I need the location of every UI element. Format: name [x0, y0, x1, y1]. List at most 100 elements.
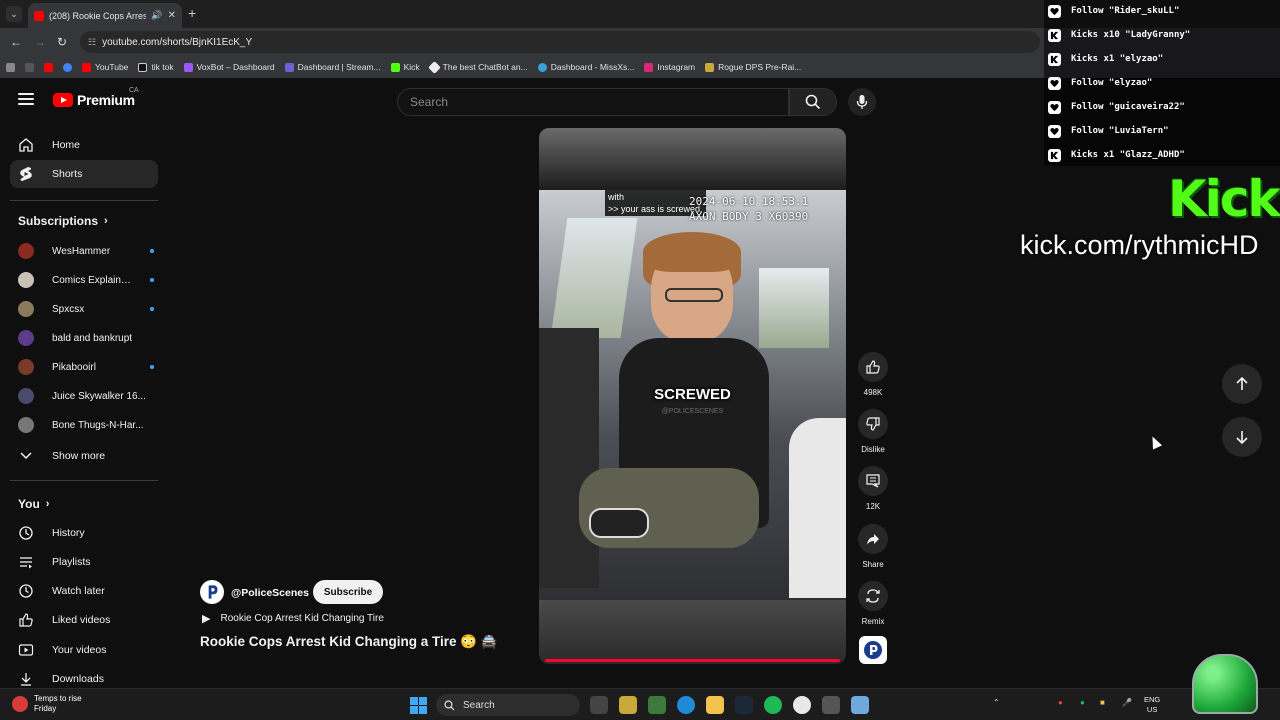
menu-icon[interactable] [18, 93, 34, 105]
subscription-name: Comics Explained [52, 274, 132, 286]
search-icon [444, 699, 455, 710]
shorts-video-player[interactable]: with >> your ass is screwed. 2024-06-10 … [539, 128, 846, 664]
bookmark-streamlabs[interactable]: Dashboard | Stream... [284, 62, 381, 72]
tray-app-icon[interactable]: ■ [1100, 698, 1105, 707]
steam-icon[interactable] [735, 696, 753, 714]
youtube-premium-logo[interactable]: Premium CA [53, 87, 139, 108]
spotify-icon[interactable] [764, 696, 782, 714]
tray-overflow-icon[interactable]: ⌃ [993, 698, 1000, 707]
app-icon[interactable] [648, 696, 666, 714]
sidebar-item-label: Home [52, 139, 81, 151]
sidebar-item-your-videos[interactable]: Your videos [10, 636, 158, 664]
bookmark-label: tik tok [151, 62, 174, 72]
video-progress-bar[interactable] [545, 659, 840, 662]
stream-event: Follow "elyzao" [1048, 72, 1152, 94]
search-button[interactable] [789, 88, 837, 116]
bookmark-dashboard[interactable]: Dashboard - MissXs... [537, 62, 634, 72]
bookmark-youtube[interactable]: YouTube [82, 62, 128, 72]
channel-thumbnail-button[interactable] [859, 636, 887, 664]
playlist-link[interactable]: ▶ Rookie Cop Arrest Kid Changing Tire [202, 612, 384, 625]
remix-button[interactable]: Remix [857, 581, 889, 626]
next-video-button[interactable] [1222, 417, 1262, 457]
chrome-icon[interactable] [793, 696, 811, 714]
windows-start-icon[interactable] [410, 697, 427, 714]
bookmark-chatbot[interactable]: The best ChatBot an... [427, 60, 528, 74]
mouse-cursor-icon [1147, 434, 1163, 450]
browser-tab-active[interactable]: (208) Rookie Cops Arrest K 🔊 ✕ [28, 3, 182, 28]
thumbs-up-icon [18, 612, 34, 628]
bookmark-rogue[interactable]: Rogue DPS Pre-Rai... [705, 62, 801, 72]
youtube-play-icon [53, 93, 73, 107]
taskbar-search[interactable]: Search [436, 694, 580, 716]
chevron-right-icon: › [45, 498, 50, 510]
tray-app-icon[interactable]: ● [1058, 698, 1063, 707]
reload-icon[interactable]: ↻ [57, 35, 67, 49]
stream-event: Kicks x1 "elyzao" [1048, 48, 1163, 70]
bookmark-youtube-red[interactable] [44, 62, 53, 72]
obs-icon[interactable] [822, 696, 840, 714]
share-button[interactable]: Share [857, 524, 889, 569]
bookmark-chrome[interactable] [63, 62, 72, 72]
dislike-button[interactable]: Dislike [857, 409, 889, 454]
sidebar-item-label: Liked videos [52, 614, 111, 626]
subscription-item[interactable]: Spxcsx [10, 296, 158, 322]
previous-video-button[interactable] [1222, 364, 1262, 404]
subscription-item[interactable]: Pikabooirl [10, 354, 158, 380]
back-icon[interactable]: ← [10, 35, 22, 49]
grid-icon[interactable] [25, 62, 34, 72]
heart-icon [1048, 4, 1061, 18]
subscription-item[interactable]: Comics Explained [10, 267, 158, 293]
playlist-title: Rookie Cop Arrest Kid Changing Tire [220, 613, 384, 624]
file-explorer-icon[interactable] [706, 696, 724, 714]
bookmark-instagram[interactable]: Instagram [644, 62, 695, 72]
sidebar-item-history[interactable]: History [10, 519, 158, 547]
forward-icon[interactable]: → [34, 35, 46, 49]
subscription-item[interactable]: Juice Skywalker 16... [10, 383, 158, 409]
new-tab-button[interactable]: + [188, 5, 196, 21]
stream-event: Kicks x1 "Glazz_ADHD" [1048, 144, 1185, 166]
search-input[interactable]: Search [397, 88, 789, 116]
microphone-icon[interactable]: 🎤 [1122, 698, 1132, 707]
weather-widget[interactable]: Temps to rise Friday [12, 694, 82, 714]
task-view-icon[interactable] [590, 696, 608, 714]
tab-list-button[interactable]: ⌄ [6, 6, 22, 22]
voice-search-button[interactable] [848, 88, 876, 116]
sidebar-item-home[interactable]: Home [10, 131, 158, 159]
omnibox[interactable]: ☷ youtube.com/shorts/BjnKI1EcK_Y [80, 31, 1040, 53]
apps-icon[interactable] [6, 62, 15, 72]
like-button[interactable]: 498K [857, 352, 889, 397]
subscription-item[interactable]: Bone Thugs-N-Har... [10, 412, 158, 438]
subscription-item[interactable]: WesHammer [10, 238, 158, 264]
heart-icon [1048, 100, 1061, 114]
subscriptions-heading[interactable]: Subscriptions › [18, 214, 108, 228]
speaker-icon[interactable]: 🔊 [151, 10, 162, 21]
wow-app-icon[interactable] [619, 696, 637, 714]
subscription-item[interactable]: bald and bankrupt [10, 325, 158, 351]
police-scenes-logo-icon [864, 641, 882, 659]
show-more-button[interactable]: Show more [10, 442, 158, 470]
stream-event: Follow "guicaveira22" [1048, 96, 1185, 118]
bookmark-kick[interactable]: Kick [390, 62, 420, 72]
channel-avatar [18, 272, 34, 288]
sidebar-item-playlists[interactable]: Playlists [10, 548, 158, 576]
weather-text: Temps to rise [34, 694, 82, 703]
tray-app-icon[interactable]: ● [1080, 698, 1085, 707]
close-tab-icon[interactable]: ✕ [168, 10, 176, 21]
you-heading[interactable]: You › [18, 497, 49, 511]
bookmark-tiktok[interactable]: tik tok [138, 62, 174, 72]
channel-avatar[interactable] [200, 580, 224, 604]
sidebar-item-shorts[interactable]: Shorts [10, 160, 158, 188]
site-info-icon[interactable]: ☷ [88, 37, 96, 48]
notepad-icon[interactable] [851, 696, 869, 714]
sidebar-item-liked-videos[interactable]: Liked videos [10, 606, 158, 634]
language-indicator[interactable]: ENG US [1144, 695, 1160, 715]
event-text: Follow "Rider_skuLL" [1071, 6, 1180, 16]
video-bottom-blur [539, 600, 846, 664]
bookmark-label: Kick [403, 62, 420, 72]
bookmark-voxbot[interactable]: VoxBot – Dashboard [183, 62, 275, 72]
subscribe-button[interactable]: Subscribe [313, 580, 383, 604]
channel-handle[interactable]: @PoliceScenes [231, 587, 309, 599]
comments-button[interactable]: 12K [857, 466, 889, 511]
sidebar-item-watch-later[interactable]: Watch later [10, 577, 158, 605]
edge-icon[interactable] [677, 696, 695, 714]
